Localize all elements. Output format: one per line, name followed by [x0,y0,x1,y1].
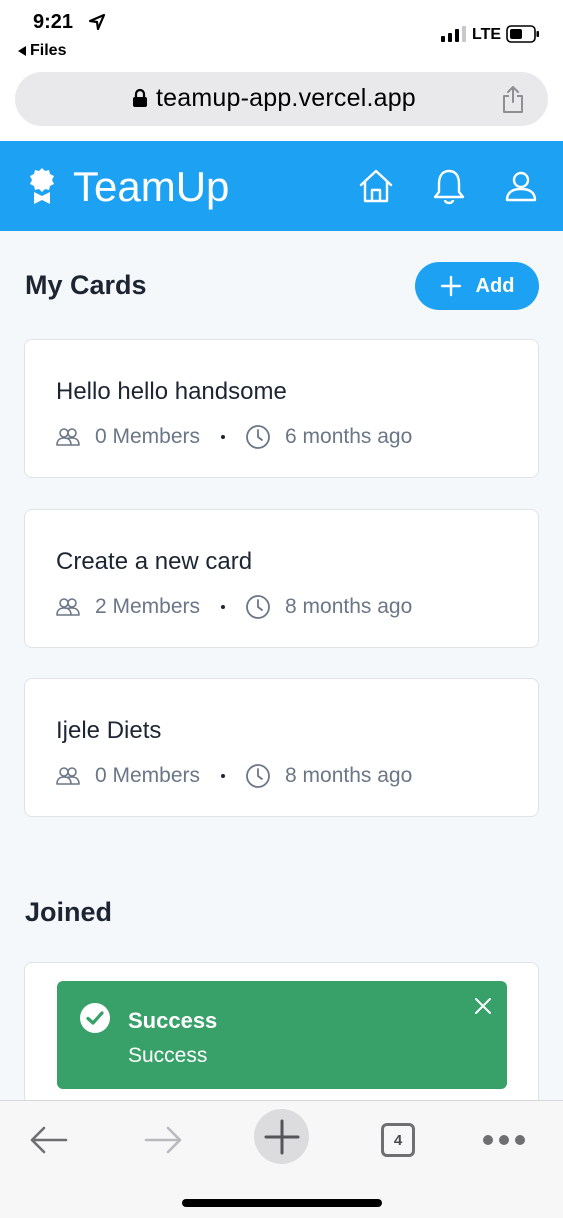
browser-address-area: teamup-app.vercel.app [0,66,563,141]
share-icon[interactable] [501,84,525,114]
add-button-label: Add [475,274,515,297]
plus-icon [264,1119,299,1154]
card-time: 6 months ago [285,425,413,448]
toast-message: Success [128,1044,208,1067]
card-meta: 2 Members 8 months ago [56,592,412,622]
browser-toolbar: 4 [0,1100,563,1218]
card-item[interactable]: Hello hello handsome 0 Members 6 months … [24,339,539,478]
home-icon[interactable] [356,166,396,206]
clock-icon [246,425,270,449]
card-meta: 0 Members 6 months ago [56,422,412,452]
clock-icon [246,764,270,788]
separator-dot [221,435,226,439]
back-button[interactable] [23,1115,73,1165]
card-time: 8 months ago [285,595,413,618]
logo-badge-icon [30,168,54,204]
back-to-files-link[interactable]: Files [18,42,66,60]
brand-name[interactable]: TeamUp [73,163,229,211]
separator-dot [221,605,226,609]
lock-icon [133,88,147,107]
url-text: teamup-app.vercel.app [156,84,416,112]
more-button[interactable] [479,1115,529,1165]
new-tab-button[interactable] [254,1109,309,1164]
members-count: 2 Members [95,595,201,618]
forward-button[interactable] [139,1115,189,1165]
location-arrow-icon [88,13,106,31]
tab-count: 4 [381,1123,415,1157]
arrow-left-icon [30,1126,68,1154]
status-time: 9:21 [33,11,74,33]
toast-title: Success [128,1008,218,1033]
card-time: 8 months ago [285,764,413,787]
network-label: LTE [472,26,502,43]
members-icon [56,598,80,616]
card-title: Ijele Diets [56,717,162,744]
card-title: Hello hello handsome [56,378,287,405]
back-files-label: Files [30,42,67,59]
members-icon [56,428,80,446]
members-count: 0 Members [95,425,201,448]
separator-dot [221,774,226,778]
url-bar[interactable]: teamup-app.vercel.app [15,72,548,126]
battery-icon [506,25,539,43]
add-card-button[interactable]: Add [415,262,539,310]
status-bar: 9:21 Files LTE [0,0,563,66]
close-icon[interactable] [472,995,494,1017]
home-indicator [182,1199,382,1207]
card-item[interactable]: Create a new card 2 Members 8 months ago [24,509,539,648]
clock-icon [246,595,270,619]
signal-icon [441,26,466,42]
joined-title: Joined [25,897,113,927]
arrow-right-icon [144,1126,182,1154]
card-item[interactable]: Ijele Diets 0 Members 8 months ago [24,678,539,817]
plus-icon [440,275,461,297]
check-circle-icon [80,1003,110,1033]
card-title: Create a new card [56,548,253,575]
tabs-button[interactable]: 4 [373,1115,423,1165]
back-triangle-icon [18,46,26,56]
success-toast: Success Success [57,981,507,1089]
user-icon[interactable] [501,166,541,206]
my-cards-title: My Cards [25,270,147,300]
more-dots-icon [483,1135,525,1145]
members-icon [56,767,80,785]
bell-icon[interactable] [429,166,469,206]
app-header: TeamUp [0,141,563,231]
card-meta: 0 Members 8 months ago [56,761,412,791]
members-count: 0 Members [95,764,201,787]
